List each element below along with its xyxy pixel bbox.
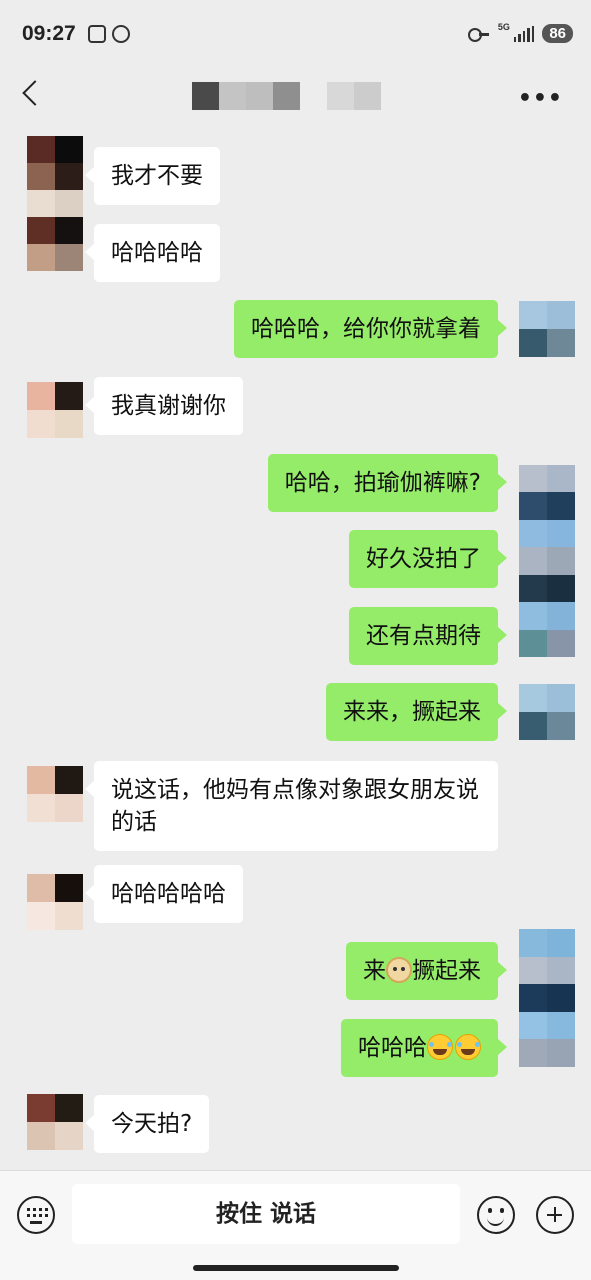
contact-avatar[interactable]: [27, 1094, 83, 1150]
doge-emoji-icon: [386, 957, 412, 983]
self-avatar[interactable]: [519, 929, 575, 1067]
chat-title-redacted: [192, 82, 381, 110]
network-type: 5G: [497, 21, 510, 32]
message-bubble-sent[interactable]: 哈哈哈，给你你就拿着: [234, 300, 507, 358]
contact-avatar[interactable]: [27, 382, 83, 438]
self-avatar[interactable]: [519, 465, 575, 657]
message-bubble-sent[interactable]: 好久没拍了: [349, 530, 507, 588]
status-bar: 09:27 5G 86: [0, 0, 591, 72]
message-text: 哈哈哈: [358, 1035, 427, 1061]
message-bubble-sent[interactable]: 还有点期待: [349, 607, 507, 665]
keyboard-icon[interactable]: [17, 1196, 55, 1234]
message-bubble-sent[interactable]: 哈哈哈: [341, 1019, 507, 1077]
status-notification-icons: [88, 25, 130, 43]
status-indicators: 5G 86: [467, 22, 573, 43]
message-bubble-sent[interactable]: 来撅起来: [346, 942, 507, 1000]
message-text: 来: [363, 958, 386, 984]
message-bubble-received[interactable]: 哈哈哈哈: [85, 224, 220, 282]
message-text: 撅起来: [412, 958, 481, 984]
signal-icon: 5G: [498, 22, 535, 42]
battery-indicator: 86: [542, 24, 573, 43]
chat-header: •••: [0, 72, 591, 122]
message-bubble-received[interactable]: 今天拍?: [84, 1095, 210, 1153]
message-bubble-received[interactable]: 说这话，他妈有点像对象跟女朋友说的话: [85, 761, 498, 851]
message-bubble-received[interactable]: 我真谢谢你: [85, 377, 243, 435]
message-bubble-sent[interactable]: 哈哈，拍瑜伽裤嘛?: [267, 454, 508, 512]
contact-avatar[interactable]: [27, 766, 83, 822]
status-time: 09:27: [22, 22, 76, 45]
laugh-cry-emoji-icon: [455, 1034, 481, 1060]
message-bubble-received[interactable]: 哈哈哈哈哈: [85, 865, 243, 923]
more-dots-icon[interactable]: •••: [518, 86, 563, 111]
self-avatar[interactable]: [519, 301, 575, 357]
message-bubble-sent[interactable]: 来来，撅起来: [326, 683, 507, 741]
hold-to-talk-button[interactable]: 按住 说话: [72, 1184, 460, 1244]
home-indicator[interactable]: [193, 1265, 399, 1271]
screenshot-icon: [88, 25, 106, 43]
app-notification-icon: [112, 25, 130, 43]
smile-icon[interactable]: [477, 1196, 515, 1234]
message-bubble-received[interactable]: 我才不要: [85, 147, 220, 205]
vpn-key-icon: [467, 27, 490, 42]
chevron-left-icon[interactable]: [22, 80, 48, 106]
plus-icon[interactable]: [536, 1196, 574, 1234]
laugh-cry-emoji-icon: [427, 1034, 453, 1060]
contact-avatar[interactable]: [27, 874, 83, 930]
contact-avatar[interactable]: [27, 136, 83, 271]
input-bar: 按住 说话: [0, 1170, 591, 1280]
self-avatar[interactable]: [519, 684, 575, 740]
message-list[interactable]: 我才不要 哈哈哈哈 哈哈哈，给你你就拿着 我真谢谢你 哈哈，拍瑜伽裤嘛? 好久没…: [0, 130, 591, 1170]
